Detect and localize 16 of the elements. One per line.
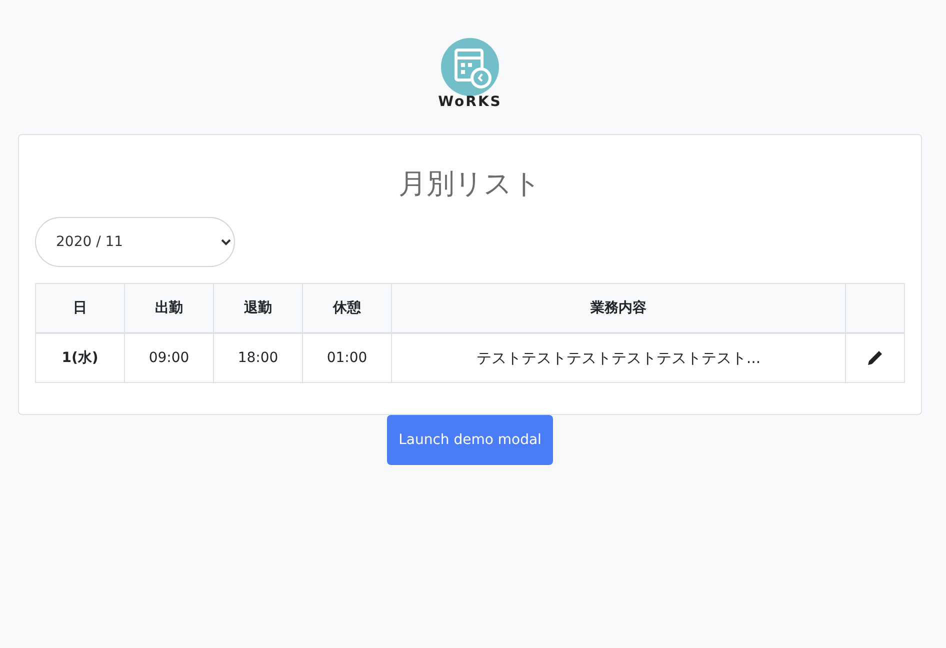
pencil-icon[interactable]	[867, 350, 883, 366]
column-header: 退勤	[214, 284, 302, 333]
launch-button[interactable]: Launch demo modal	[386, 415, 554, 465]
column-header: 日	[36, 284, 124, 333]
table-cell: テストテストテストテストテストテスト...	[392, 333, 846, 382]
table-cell: 09:00	[124, 333, 214, 382]
page-title: 月別リスト	[398, 166, 542, 202]
logo-wordmark: WoRKS	[438, 94, 502, 110]
calendar-clock-icon	[441, 38, 499, 96]
column-header: 出勤	[124, 284, 214, 333]
column-header: 業務内容	[392, 284, 846, 333]
month-select[interactable]: 2020 / 11	[35, 217, 235, 267]
table-cell: 1(水)	[36, 333, 124, 382]
table-cell: 01:00	[302, 333, 392, 382]
table-cell: 18:00	[214, 333, 302, 382]
column-header: 休憩	[302, 284, 392, 333]
